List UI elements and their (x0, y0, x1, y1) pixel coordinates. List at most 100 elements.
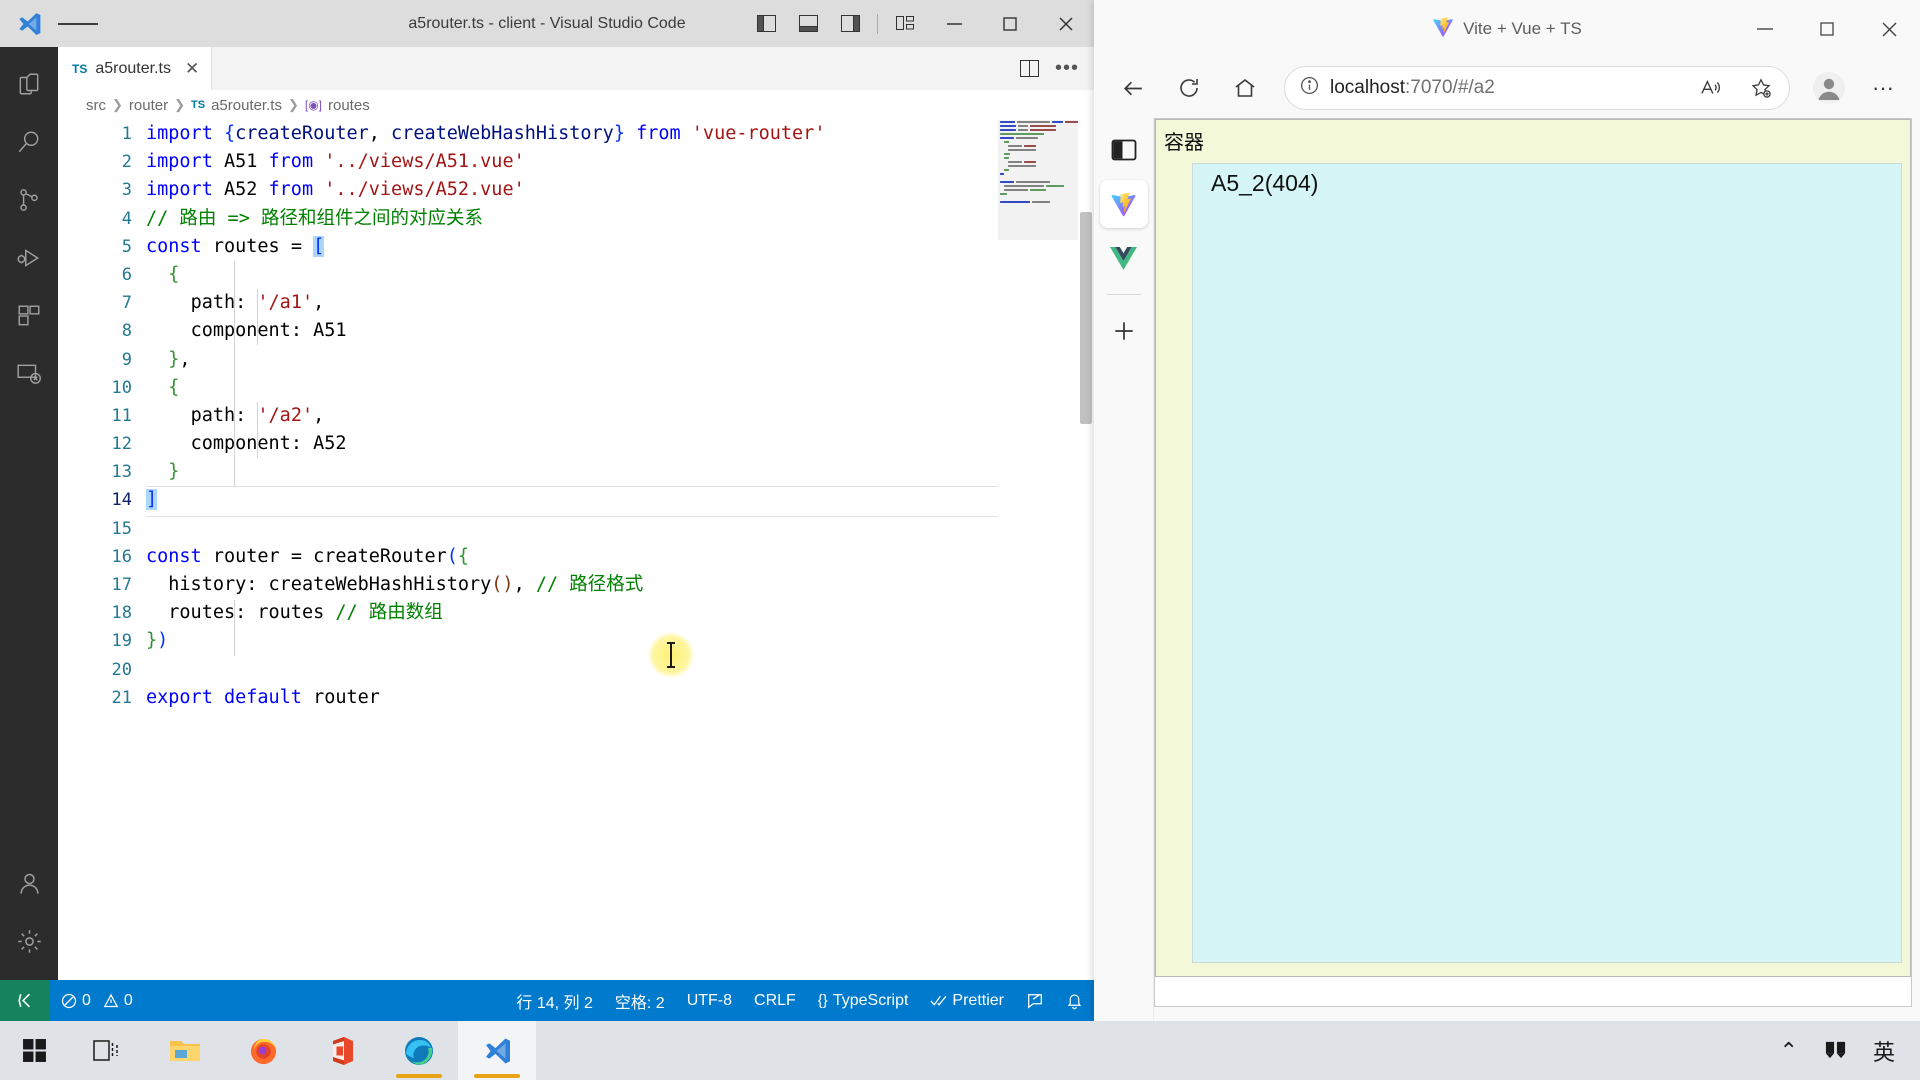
toggle-panel-icon[interactable] (787, 0, 829, 47)
code-editor[interactable]: 1 import {createRouter, createWebHashHis… (58, 120, 1094, 980)
vscode-status-bar: 0 0 行 14, 列 2 空格: 2 UTF-8 CRLF {} TypeSc… (0, 980, 1094, 1021)
line-content: import {createRouter, createWebHashHisto… (146, 123, 826, 144)
home-icon[interactable] (1220, 64, 1270, 112)
split-editor-icon[interactable] (1012, 52, 1046, 86)
back-arrow-icon[interactable] (1108, 64, 1158, 112)
sidebar-item-remote-explorer[interactable] (0, 345, 58, 403)
braces-icon: {} (817, 992, 828, 1009)
status-problems[interactable]: 0 0 (50, 980, 144, 1021)
editor-minimap[interactable] (998, 120, 1078, 980)
line-number: 16 (111, 546, 132, 567)
line-number: 8 (121, 321, 132, 342)
status-language-label: TypeScript (832, 991, 909, 1009)
vscode-minimize-button[interactable] (926, 0, 982, 47)
tab-vue-app[interactable] (1100, 234, 1148, 282)
line-number: 7 (121, 293, 132, 314)
new-tab-button[interactable] (1100, 307, 1148, 355)
vscode-activity-bar (0, 47, 58, 980)
edge-minimize-button[interactable] (1734, 0, 1796, 58)
edge-window-controls (1734, 0, 1920, 58)
editor-tab-a5router[interactable]: TS a5router.ts ✕ (58, 47, 213, 90)
container-label: 容器 (1164, 132, 1204, 154)
start-button-icon[interactable] (0, 1021, 68, 1080)
taskbar-visual-studio-code[interactable] (458, 1021, 536, 1080)
code-line: 3 import A52 from '../views/A52.vue' (58, 176, 1094, 204)
minimap-slider[interactable] (998, 120, 1078, 240)
toggle-secondary-sidebar-icon[interactable] (829, 0, 871, 47)
edge-maximize-button[interactable] (1796, 0, 1858, 58)
edge-toolbar: localhost:7070/#/a2 ··· (1094, 58, 1920, 118)
status-language-mode[interactable]: {} TypeScript (807, 980, 920, 1021)
tab-split-panel[interactable] (1100, 126, 1148, 174)
ime-language-indicator[interactable]: 英 (1862, 1021, 1906, 1080)
web-page-viewport[interactable]: 容器 A5_2(404) (1154, 118, 1912, 1007)
line-content: history: createWebHashHistory(), // 路径格式 (168, 574, 644, 595)
show-hidden-icons-chevron[interactable]: ⌃ (1769, 1021, 1809, 1080)
taskbar-task-view[interactable] (68, 1021, 146, 1080)
code-line: 8 component: A51 (58, 317, 1094, 345)
taskbar-file-explorer[interactable] (146, 1021, 224, 1080)
vscode-logo-icon (0, 0, 58, 47)
sidebar-item-run-and-debug[interactable] (0, 229, 58, 287)
accounts-icon[interactable] (0, 854, 58, 912)
profile-avatar-icon[interactable] (1804, 64, 1854, 112)
line-number: 17 (111, 575, 132, 595)
status-cursor-position[interactable]: 行 14, 列 2 (505, 980, 603, 1021)
code-line: 12 component: A52 (58, 430, 1094, 458)
line-number: 13 (111, 462, 132, 483)
status-formatter[interactable]: Prettier (919, 980, 1015, 1021)
breadcrumb-item-symbol[interactable]: routes (328, 97, 370, 114)
settings-gear-icon[interactable] (0, 912, 58, 970)
breadcrumb-item-src[interactable]: src (86, 97, 106, 114)
line-content: }) (146, 630, 169, 652)
status-indentation[interactable]: 空格: 2 (604, 980, 676, 1021)
editor-more-actions-icon[interactable]: ••• (1050, 52, 1084, 86)
vite-logo-icon (1432, 16, 1454, 43)
info-circle-icon[interactable] (1299, 75, 1320, 101)
toggle-primary-sidebar-icon[interactable] (745, 0, 787, 47)
code-line: 1 import {createRouter, createWebHashHis… (58, 120, 1094, 148)
taskbar-office[interactable] (302, 1021, 380, 1080)
scrollbar-thumb[interactable] (1080, 212, 1092, 424)
edge-close-button[interactable] (1858, 0, 1920, 58)
editor-tab-label: a5router.ts (95, 59, 171, 77)
editor-vertical-scrollbar[interactable] (1078, 120, 1094, 980)
tab-vite-vue-ts[interactable] (1099, 180, 1148, 228)
sidebar-item-extensions[interactable] (0, 287, 58, 345)
vscode-menu-button[interactable] (58, 0, 98, 47)
favorites-star-icon[interactable] (1741, 69, 1781, 107)
address-bar[interactable]: localhost:7070/#/a2 (1284, 66, 1790, 110)
vscode-close-button[interactable] (1038, 0, 1094, 47)
status-encoding[interactable]: UTF-8 (676, 980, 743, 1021)
line-content: { (168, 263, 180, 285)
status-remote-button[interactable] (0, 980, 50, 1021)
code-line: 21 export default router (58, 684, 1094, 712)
sidebar-item-source-control[interactable] (0, 171, 58, 229)
sidebar-item-explorer[interactable] (0, 55, 58, 113)
address-bar-url[interactable]: localhost:7070/#/a2 (1330, 77, 1681, 99)
breadcrumb-item-file[interactable]: a5router.ts (211, 97, 282, 114)
editor-tab-close-icon[interactable]: ✕ (185, 59, 199, 79)
breadcrumb-ts-icon: TS (191, 99, 206, 111)
status-feedback-icon[interactable] (1015, 980, 1055, 1021)
status-eol[interactable]: CRLF (743, 980, 807, 1021)
breadcrumb-item-router[interactable]: router (129, 97, 168, 114)
line-content: ] (146, 489, 158, 511)
vscode-maximize-button[interactable] (982, 0, 1038, 47)
taskbar-microsoft-edge[interactable] (380, 1021, 458, 1080)
ime-icon[interactable] (1813, 1021, 1858, 1080)
edge-settings-more-icon[interactable]: ··· (1860, 64, 1906, 112)
line-content: path: '/a2', (190, 404, 325, 426)
read-aloud-icon[interactable] (1691, 69, 1731, 107)
vscode-editor-area: TS a5router.ts ✕ ••• src ❯ router ❯ TS a… (58, 47, 1094, 980)
line-number: 10 (111, 377, 132, 398)
sidebar-item-search[interactable] (0, 113, 58, 171)
code-line: 6 { (58, 261, 1094, 289)
typescript-file-icon: TS (72, 61, 88, 76)
code-line: 18 routes: routes // 路由数组 (58, 599, 1094, 627)
refresh-icon[interactable] (1164, 64, 1214, 112)
code-line: 4 // 路由 => 路径和组件之间的对应关系 (58, 205, 1094, 233)
taskbar-firefox[interactable] (224, 1021, 302, 1080)
customize-layout-icon[interactable] (884, 0, 926, 47)
status-notifications-bell-icon[interactable] (1055, 980, 1094, 1021)
